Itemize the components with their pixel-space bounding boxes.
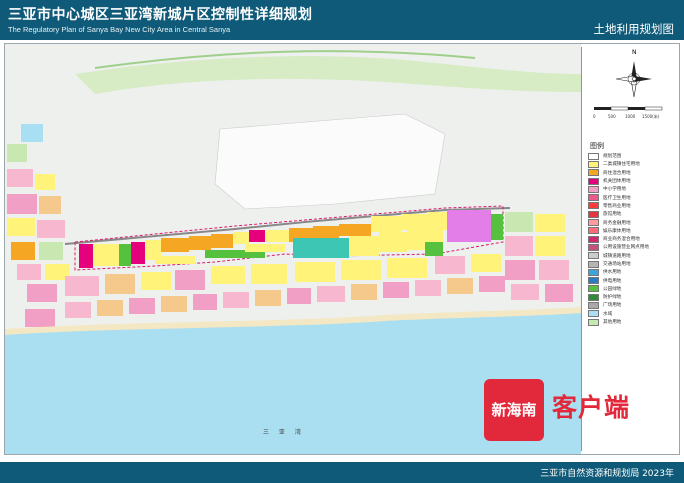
legend-item: 公用设施营业网点用地: [588, 243, 678, 251]
legend-swatch: [588, 152, 599, 160]
watermark-logo: 新海南: [484, 379, 544, 441]
legend-item: 二类城镇住宅用地: [588, 160, 678, 168]
footer-text: 三亚市自然资源和规划局 2023年: [540, 469, 674, 479]
legend-title: 图例: [590, 142, 604, 150]
legend-label: 二类城镇住宅用地: [603, 162, 640, 168]
legend-label: 商业商务混合用地: [603, 237, 640, 243]
legend-label: 规划范围: [603, 154, 622, 160]
legend-label: 其他用地: [603, 320, 622, 326]
legend-label: 公园绿地: [603, 286, 622, 292]
legend-label: 旅馆用地: [603, 212, 622, 218]
legend-swatch: [588, 252, 599, 260]
legend-label: 零售商业用地: [603, 203, 631, 209]
legend-swatch: [588, 235, 599, 243]
legend-label: 商住混合用地: [603, 170, 631, 176]
legend-item: 城镇道路用地: [588, 252, 678, 260]
legend-item: 公园绿地: [588, 285, 678, 293]
legend-swatch: [588, 202, 599, 210]
legend-swatch: [588, 185, 599, 193]
compass-icon: [615, 61, 652, 98]
legend-swatch: [588, 227, 599, 235]
legend-item: 防护绿地: [588, 293, 678, 301]
legend-swatch: [588, 177, 599, 185]
legend-item: 其他用地: [588, 318, 678, 326]
scale-bar: [594, 106, 663, 111]
legend-swatch: [588, 260, 599, 268]
bay-label: 三 亚 湾: [263, 429, 305, 436]
scale-label-0: 0: [593, 114, 596, 119]
legend-item: 商务金融用地: [588, 218, 678, 227]
legend-label: 防护绿地: [603, 295, 622, 301]
legend-label: 供电用地: [603, 278, 622, 284]
legend-swatch: [588, 243, 599, 251]
legend-swatch: [588, 219, 599, 227]
legend-item: 娱乐康体用地: [588, 227, 678, 235]
legend-list: 规划范围二类城镇住宅用地 商住混合用地 机关团体用地 中小学用地医疗卫生用地 零售商业用…: [588, 152, 678, 326]
legend-label: 供水用地: [603, 270, 622, 276]
legend-item: 广场用地: [588, 301, 678, 309]
compass-label: N: [632, 49, 637, 56]
legend-label: 机关团体用地: [603, 179, 631, 185]
legend-swatch: [588, 160, 599, 168]
plan-subtitle: The Regulatory Plan of Sanya Bay New Cit…: [8, 25, 231, 34]
legend-item: 交通场站用地: [588, 260, 678, 268]
legend-swatch: [588, 277, 599, 285]
legend-item: 零售商业用地: [588, 202, 678, 210]
legend-swatch: [588, 301, 599, 309]
legend-swatch: [588, 310, 599, 318]
scale-label-1500: 1500(米): [642, 114, 660, 119]
legend-label: 交通场站用地: [603, 262, 631, 267]
legend-item: 中小学用地: [588, 185, 678, 193]
legend-item: 供电用地: [588, 276, 678, 285]
legend-label: 商务金融用地: [603, 220, 631, 226]
legend-label: 娱乐康体用地: [603, 228, 631, 234]
legend-item: 医疗卫生用地: [588, 193, 678, 202]
legend-swatch: [588, 194, 599, 202]
legend-label: 医疗卫生用地: [603, 195, 631, 201]
legend-label: 城镇道路用地: [603, 253, 631, 259]
header-bar: 三亚市中心城区三亚湾新城片区控制性详细规划 The Regulatory Pla…: [0, 0, 684, 40]
legend-swatch: [588, 169, 599, 177]
scale-label-1000: 1000: [625, 114, 636, 119]
legend-label: 水域: [603, 311, 613, 317]
scale-label-500: 500: [608, 114, 616, 119]
legend-swatch: [588, 285, 599, 293]
legend-label: 广场用地: [603, 303, 622, 309]
legend-item: 规划范围: [588, 152, 678, 160]
map-type-title: 土地利用规划图: [593, 22, 675, 36]
legend-item: 商业商务混合用地: [588, 235, 678, 243]
legend-item: 旅馆用地: [588, 210, 678, 218]
legend-swatch: [588, 268, 599, 276]
legend-item: 水域: [588, 310, 678, 318]
legend-item: 商住混合用地: [588, 169, 678, 177]
watermark-text: 客户端: [552, 393, 631, 422]
legend-swatch: [588, 318, 599, 326]
legend-label: 中小学用地: [603, 187, 626, 193]
legend-item: 供水用地: [588, 268, 678, 276]
legend-item: 机关团体用地: [588, 177, 678, 185]
plan-title: 三亚市中心城区三亚湾新城片区控制性详细规划: [8, 7, 313, 23]
legend-swatch: [588, 210, 599, 218]
legend-label: 公用设施营业网点用地: [603, 245, 649, 251]
footer-bar: 三亚市自然资源和规划局 2023年: [0, 462, 684, 483]
undeveloped-block: [214, 113, 446, 210]
legend-swatch: [588, 293, 599, 301]
